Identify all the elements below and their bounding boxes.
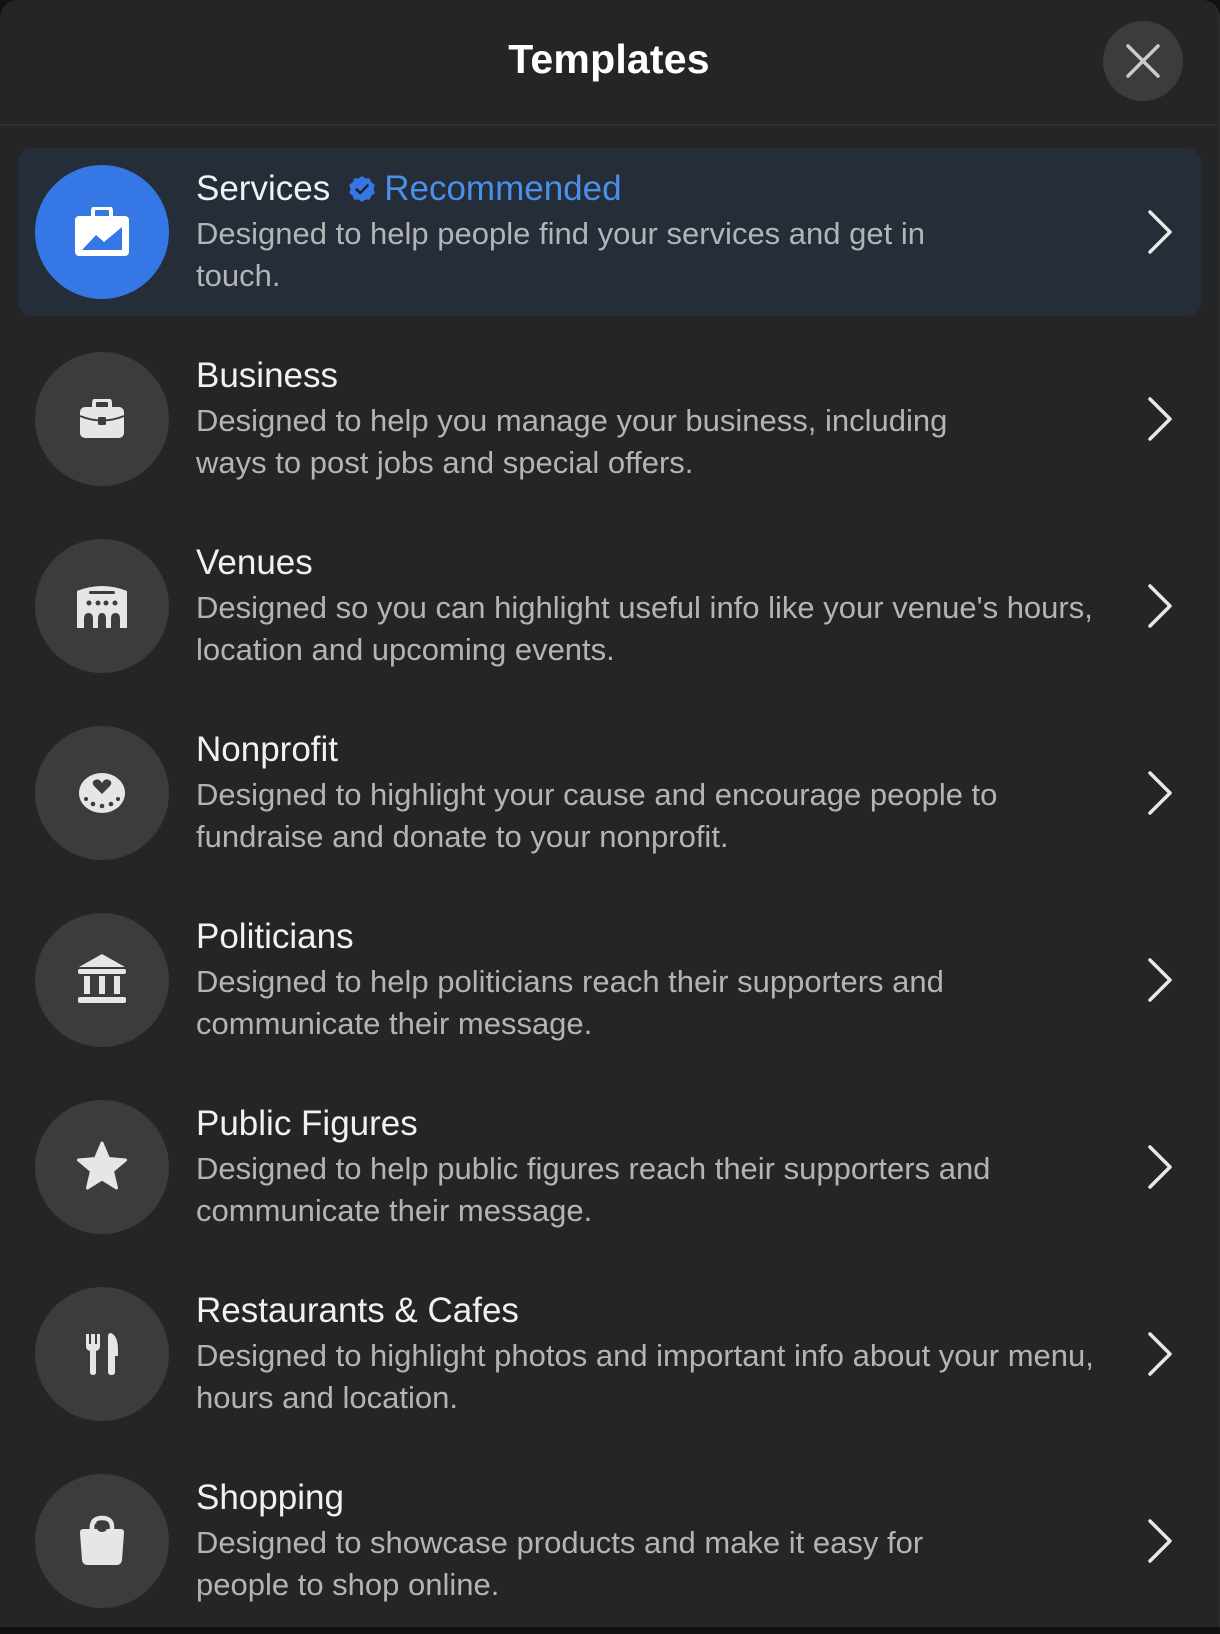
dialog-title: Templates: [508, 36, 710, 82]
template-row-services[interactable]: Services Recommended Designed to help pe…: [18, 148, 1201, 316]
template-row-shopping[interactable]: Shopping Designed to showcase products a…: [18, 1457, 1201, 1625]
chevron-right-icon: [1148, 1519, 1172, 1563]
template-row-business[interactable]: Business Designed to help you manage you…: [18, 335, 1201, 503]
template-title: Services: [196, 169, 331, 208]
template-icon-circle: [35, 913, 169, 1047]
template-row-public-figures[interactable]: Public Figures Designed to help public f…: [18, 1083, 1201, 1251]
chevron-right-icon: [1148, 210, 1172, 254]
template-description: Designed to highlight your cause and enc…: [196, 777, 998, 854]
template-title: Restaurants & Cafes: [196, 1291, 519, 1330]
government-building-icon: [78, 954, 126, 1003]
star-icon: [77, 1141, 127, 1190]
chevron-right-icon: [1148, 1145, 1172, 1189]
template-icon-circle: [35, 726, 169, 860]
template-icon-circle: [35, 165, 169, 299]
template-title: Venues: [196, 543, 313, 582]
template-title: Public Figures: [196, 1104, 418, 1143]
fork-knife-icon: [86, 1333, 118, 1375]
dialog-header: Templates: [0, 0, 1218, 126]
template-title: Nonprofit: [196, 730, 339, 769]
venue-building-icon: [77, 586, 127, 628]
recommended-badge: Recommended: [348, 168, 622, 210]
verified-badge-icon: [349, 176, 376, 202]
close-button[interactable]: [1103, 21, 1183, 101]
template-title: Business: [196, 356, 339, 395]
recommended-label: Recommended: [384, 169, 622, 208]
template-title: Shopping: [196, 1478, 344, 1517]
template-description: Designed to highlight photos and importa…: [196, 1338, 1094, 1415]
briefcase-icon: [79, 399, 125, 438]
template-description: Designed to help public figures reach th…: [196, 1151, 991, 1228]
template-icon-circle: [35, 1100, 169, 1234]
template-description: Designed to help politicians reach their…: [196, 964, 944, 1041]
chevron-right-icon: [1148, 1332, 1172, 1376]
template-icon-circle: [35, 1474, 169, 1608]
template-row-venues[interactable]: Venues Designed so you can highlight use…: [18, 522, 1201, 690]
template-row-restaurants-cafes[interactable]: Restaurants & Cafes Designed to highligh…: [18, 1270, 1201, 1438]
templates-dialog: Templates Services Recommended Designed …: [0, 0, 1220, 1627]
template-description: Designed to help people find your servic…: [196, 216, 925, 293]
chevron-right-icon: [1148, 397, 1172, 441]
close-icon: [1126, 44, 1160, 78]
chevron-right-icon: [1148, 584, 1172, 628]
briefcase-chart-icon: [75, 207, 129, 256]
heart-donation-icon: [79, 773, 125, 813]
template-icon-circle: [35, 539, 169, 673]
template-description: Designed so you can highlight useful inf…: [196, 590, 1093, 667]
template-description: Designed to showcase products and make i…: [196, 1525, 924, 1602]
template-title: Politicians: [196, 917, 354, 956]
template-icon-circle: [35, 352, 169, 486]
template-description: Designed to help you manage your busines…: [196, 403, 948, 480]
chevron-right-icon: [1148, 958, 1172, 1002]
shopping-bag-icon: [80, 1515, 124, 1565]
template-row-nonprofit[interactable]: Nonprofit Designed to highlight your cau…: [18, 709, 1201, 877]
template-row-politicians[interactable]: Politicians Designed to help politicians…: [18, 896, 1201, 1064]
chevron-right-icon: [1148, 771, 1172, 815]
template-icon-circle: [35, 1287, 169, 1421]
